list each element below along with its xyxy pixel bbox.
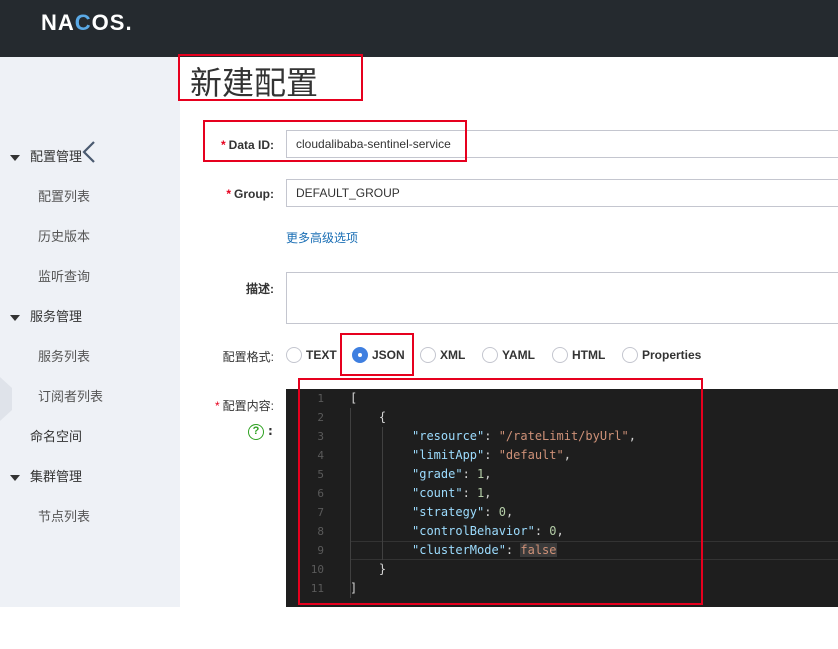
format-label: 配置格式: [222, 350, 274, 364]
logo-ring: C [74, 10, 92, 35]
sidebar-edge-handle [0, 377, 12, 421]
top-bar: NACOS. [0, 0, 838, 57]
radio-label: XML [440, 348, 466, 362]
highlight-box-data-id [203, 120, 467, 162]
sidebar-group-service[interactable]: 服务管理 [10, 307, 82, 327]
sidebar-item-namespace[interactable]: 命名空间 [30, 427, 82, 447]
sidebar-group-config[interactable]: 配置管理 [10, 147, 82, 167]
radio-label: YAML [502, 348, 535, 362]
required-mark: * [226, 187, 231, 201]
group-label: * Group: [154, 187, 274, 201]
description-textarea[interactable] [286, 272, 838, 324]
description-label: 描述: [246, 282, 274, 296]
sidebar-group-label: 配置管理 [30, 149, 83, 164]
caret-down-icon [10, 314, 20, 321]
caret-down-icon [10, 154, 20, 161]
format-option-properties[interactable]: Properties [622, 346, 701, 364]
format-option-yaml[interactable]: YAML [482, 346, 535, 364]
sidebar-item-history[interactable]: 历史版本 [38, 227, 90, 247]
content-label-text: 配置内容: [222, 399, 274, 413]
radio-circle [622, 347, 638, 363]
radio-circle [482, 347, 498, 363]
nacos-logo[interactable]: NACOS. [41, 10, 133, 36]
content-label: * 配置内容: [154, 397, 274, 414]
radio-label: TEXT [306, 348, 337, 362]
logo-text-post: OS. [91, 10, 133, 35]
highlight-box-editor [298, 378, 703, 605]
sidebar-item-listener[interactable]: 监听查询 [38, 267, 90, 287]
radio-circle [552, 347, 568, 363]
advanced-options-link[interactable]: 更多高级选项 [286, 229, 358, 246]
highlight-box-json [340, 333, 414, 376]
radio-label: Properties [642, 348, 702, 362]
sidebar-item-node-list[interactable]: 节点列表 [38, 507, 90, 527]
group-input[interactable]: DEFAULT_GROUP [286, 179, 838, 207]
sidebar-group-label: 集群管理 [30, 469, 83, 484]
page-bottom [0, 607, 838, 649]
required-mark: * [214, 399, 220, 413]
sidebar-item-service-list[interactable]: 服务列表 [38, 347, 90, 367]
help-colon: : [268, 424, 273, 438]
caret-down-icon [10, 474, 20, 481]
sidebar-item-config-list[interactable]: 配置列表 [38, 187, 90, 207]
question-circle-icon[interactable]: ? [248, 424, 264, 440]
logo-text-pre: NA [41, 10, 75, 35]
highlight-box-title [178, 54, 363, 101]
format-option-xml[interactable]: XML [420, 346, 465, 364]
sidebar-group-label: 服务管理 [30, 309, 83, 324]
radio-circle [286, 347, 302, 363]
format-option-text[interactable]: TEXT [286, 346, 337, 364]
format-option-html[interactable]: HTML [552, 346, 605, 364]
sidebar-group-cluster[interactable]: 集群管理 [10, 467, 82, 487]
radio-circle [420, 347, 436, 363]
radio-label: HTML [572, 348, 606, 362]
sidebar-item-subscriber-list[interactable]: 订阅者列表 [38, 387, 103, 407]
group-label-text: Group: [234, 187, 274, 201]
